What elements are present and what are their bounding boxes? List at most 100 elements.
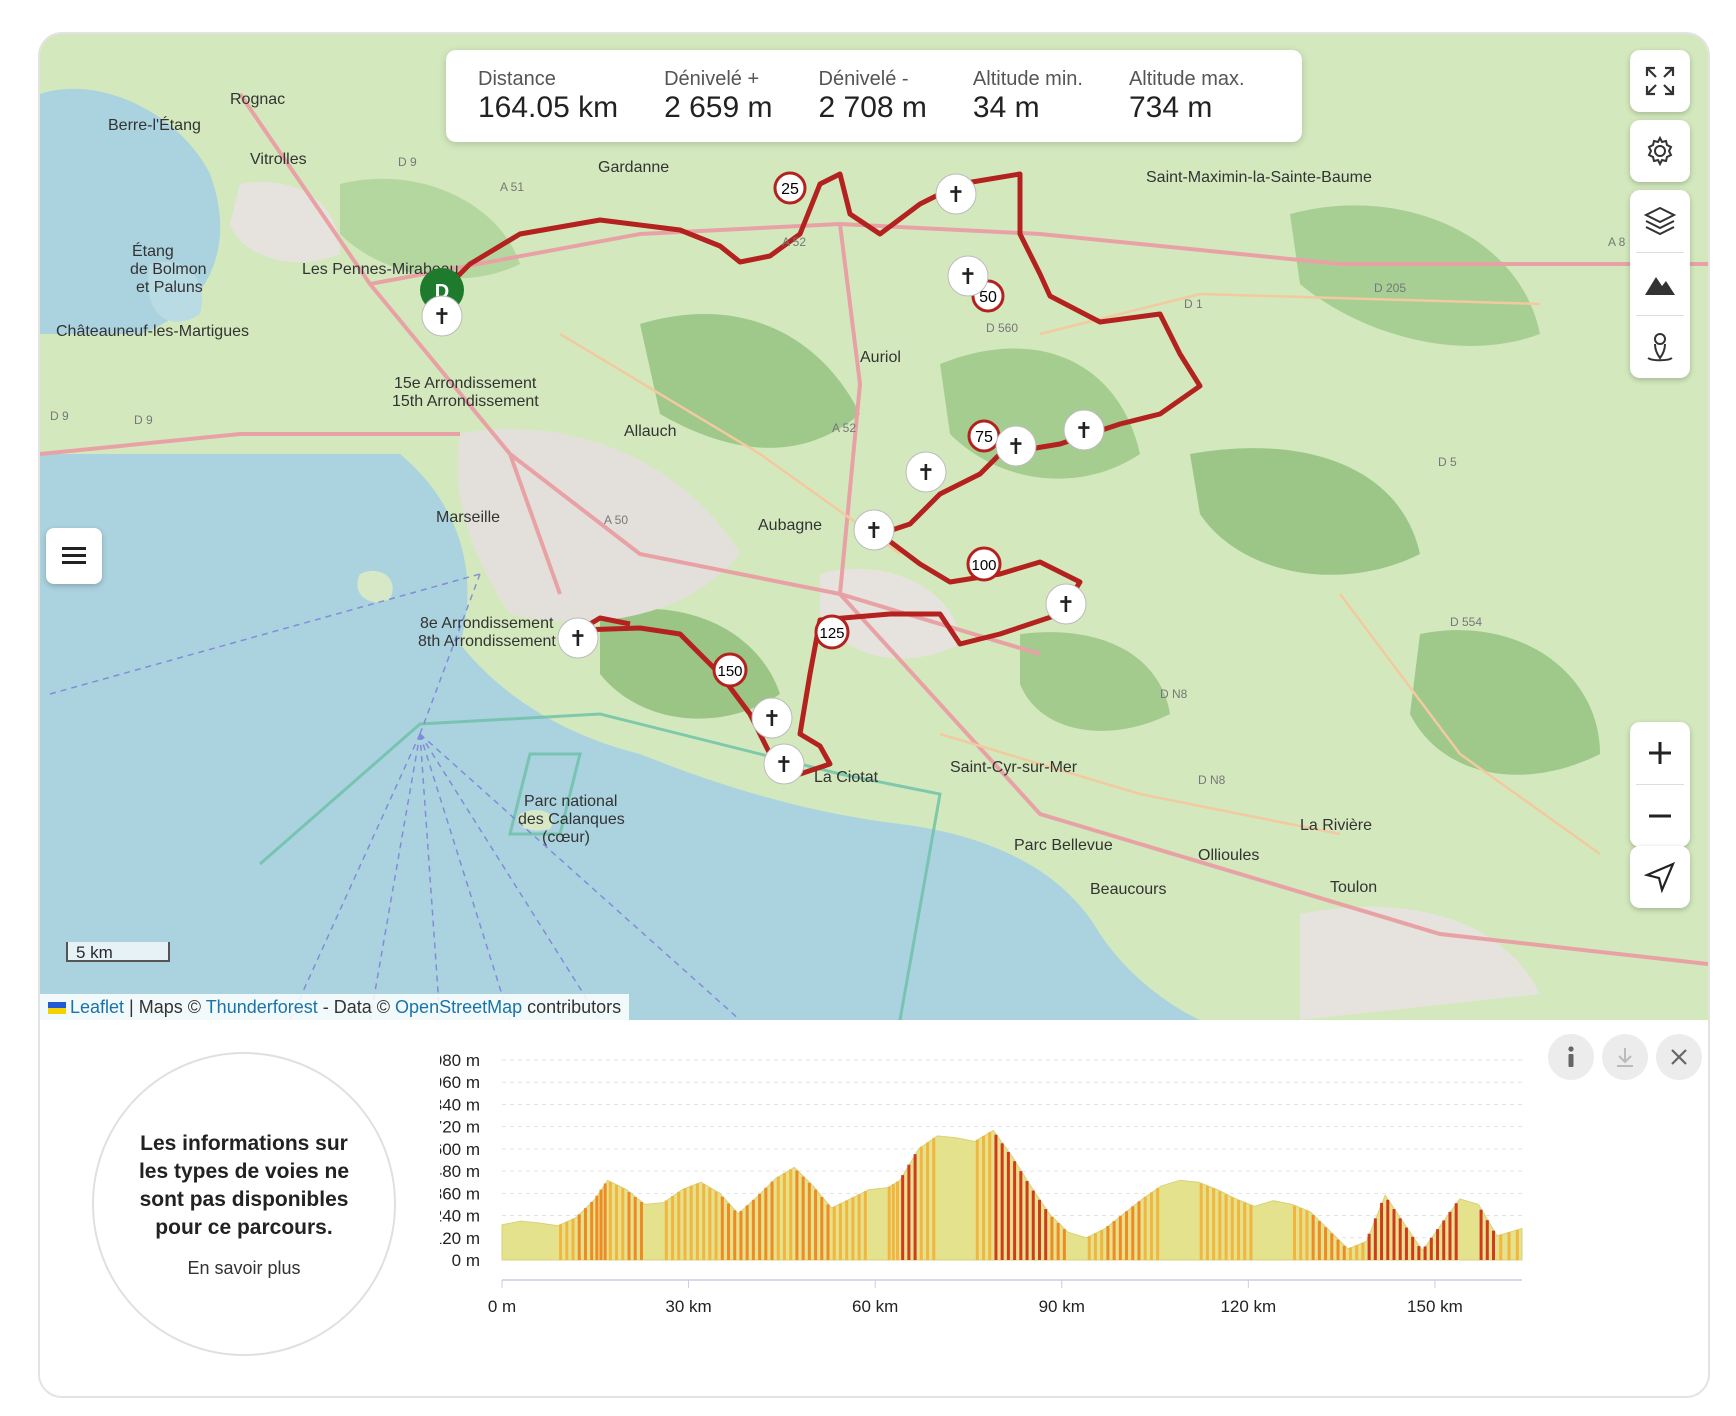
slope-band xyxy=(1062,1229,1066,1260)
road-label: A 51 xyxy=(500,180,524,194)
leaflet-link[interactable]: Leaflet xyxy=(70,997,124,1017)
map[interactable]: Rognac Berre-l'Étang Vitrolles Gardanne … xyxy=(40,34,1708,1020)
slope-band xyxy=(1348,1247,1352,1260)
y-tick-label: 120 m xyxy=(440,1229,480,1248)
y-tick-label: 720 m xyxy=(440,1118,480,1137)
slope-band xyxy=(720,1196,724,1260)
svg-text:✝: ✝ xyxy=(569,627,587,652)
slope-band xyxy=(1386,1199,1390,1260)
km-marker-150: 150 xyxy=(712,652,748,688)
slope-band xyxy=(1324,1227,1328,1260)
slope-band xyxy=(838,1203,842,1260)
learn-more-link[interactable]: En savoir plus xyxy=(187,1258,300,1279)
road-label: D 1 xyxy=(1184,297,1203,311)
zoom-in-button[interactable] xyxy=(1630,722,1690,784)
ukraine-flag-icon xyxy=(48,1002,66,1015)
terrain-button[interactable] xyxy=(1630,253,1690,315)
slope-band xyxy=(695,1183,699,1260)
slope-band xyxy=(608,1181,612,1260)
svg-text:100: 100 xyxy=(971,557,996,574)
place-label: de Bolmon xyxy=(130,261,207,278)
layers-button[interactable] xyxy=(1630,190,1690,252)
zoom-out-button[interactable] xyxy=(1630,785,1690,847)
slope-band xyxy=(1436,1229,1440,1260)
slope-band xyxy=(1429,1237,1433,1260)
svg-text:✝: ✝ xyxy=(865,519,883,544)
slope-band xyxy=(1137,1201,1141,1260)
slope-band xyxy=(1087,1236,1091,1260)
elevation-chart[interactable]: 1 080 m 960 m 840 m 720 m 600 m 480 m 360 m 240… xyxy=(440,1046,1680,1376)
slope-band xyxy=(1205,1185,1209,1260)
slope-band xyxy=(1417,1246,1421,1260)
stat-value: 34 m xyxy=(972,91,1040,124)
map-layers-control[interactable] xyxy=(1630,190,1690,378)
place-label: des Calanques xyxy=(518,811,625,828)
slope-band xyxy=(1237,1200,1241,1260)
fullscreen-button[interactable] xyxy=(1630,50,1690,112)
zoom-control[interactable] xyxy=(1630,722,1690,847)
settings-control[interactable] xyxy=(1630,120,1690,182)
zoom-in-icon xyxy=(1649,742,1671,764)
locate-control[interactable] xyxy=(1630,846,1690,908)
layer-menu-button[interactable] xyxy=(46,528,102,584)
slope-band xyxy=(776,1176,780,1260)
x-tick-label: 90 km xyxy=(1039,1297,1085,1316)
slope-band xyxy=(857,1194,861,1260)
slope-band xyxy=(1411,1236,1415,1260)
settings-button[interactable] xyxy=(1630,120,1690,182)
slope-band xyxy=(1230,1197,1234,1260)
place-label: Parc Bellevue xyxy=(1014,837,1113,854)
y-tick-label: 360 m xyxy=(440,1184,480,1203)
road-label: D 560 xyxy=(986,321,1018,335)
attribution-text: - Data © xyxy=(317,997,396,1017)
slope-band xyxy=(1305,1210,1309,1260)
slope-band xyxy=(1311,1214,1315,1260)
place-label: Ollioules xyxy=(1198,847,1259,864)
road-types-message: Les informations sur les types de voies … xyxy=(138,1131,350,1239)
slope-band xyxy=(1106,1226,1110,1260)
route-card: Rognac Berre-l'Étang Vitrolles Gardanne … xyxy=(38,32,1710,1398)
slope-band xyxy=(994,1134,998,1260)
slope-band xyxy=(1367,1233,1371,1260)
map-canvas[interactable]: Rognac Berre-l'Étang Vitrolles Gardanne … xyxy=(40,34,1708,1020)
slope-band xyxy=(583,1208,587,1260)
stat-altitude-min: Altitude min. 34 m xyxy=(973,67,1083,125)
poi-icon xyxy=(1647,333,1673,362)
slope-band xyxy=(782,1172,786,1260)
slope-band xyxy=(1299,1208,1303,1260)
terrain-icon xyxy=(1645,277,1675,295)
y-tick-label: 960 m xyxy=(440,1073,480,1092)
slope-band xyxy=(913,1154,917,1260)
slope-band xyxy=(1013,1161,1017,1260)
slope-band xyxy=(1100,1230,1104,1260)
slope-band xyxy=(1336,1239,1340,1260)
slope-band xyxy=(595,1195,599,1260)
slope-band xyxy=(1398,1218,1402,1260)
slope-band xyxy=(1404,1227,1408,1260)
slope-bands xyxy=(559,1132,1519,1260)
slope-band xyxy=(932,1138,936,1260)
slope-band xyxy=(795,1170,799,1260)
slope-band xyxy=(982,1135,986,1260)
openstreetmap-link[interactable]: OpenStreetMap xyxy=(395,997,522,1017)
slope-band xyxy=(1143,1196,1147,1260)
slope-band xyxy=(1361,1242,1365,1260)
svg-text:✝: ✝ xyxy=(1057,593,1075,618)
place-label: Auriol xyxy=(860,349,901,366)
slope-band xyxy=(1019,1171,1023,1260)
thunderforest-link[interactable]: Thunderforest xyxy=(206,997,318,1017)
poi-button[interactable] xyxy=(1630,316,1690,378)
place-label: 15e Arrondissement xyxy=(394,375,537,392)
slope-band xyxy=(1006,1151,1010,1260)
settings-icon xyxy=(1647,135,1673,167)
locate-button[interactable] xyxy=(1630,846,1690,908)
poi-marker-icon: ✝ xyxy=(853,509,895,551)
stat-label: Altitude min. xyxy=(972,68,1083,90)
slope-band xyxy=(708,1187,712,1260)
slope-band xyxy=(895,1181,899,1260)
place-label: Marseille xyxy=(436,509,500,526)
fullscreen-control[interactable] xyxy=(1630,50,1690,112)
slope-band xyxy=(801,1176,805,1260)
slope-band xyxy=(1000,1143,1004,1260)
slope-band xyxy=(733,1210,737,1260)
